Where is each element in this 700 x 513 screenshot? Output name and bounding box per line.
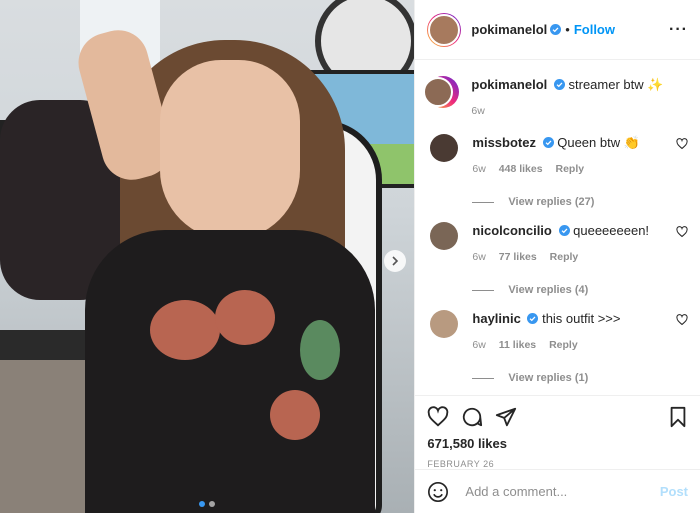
photo-audio-mixer [0, 330, 95, 360]
verified-badge-icon [550, 24, 562, 35]
chevron-right-icon [392, 256, 399, 266]
view-replies-label: View replies (27) [508, 196, 595, 208]
author-username[interactable]: pokimanelol [471, 22, 547, 37]
comment-text: this outfit >>> [542, 311, 621, 326]
view-replies-button[interactable]: View replies (4) [472, 284, 688, 296]
view-replies-label: View replies (1) [508, 372, 589, 384]
photo-flower [270, 390, 320, 440]
photo-leaf [300, 320, 340, 380]
comment-item: nicolconcilio queeeeeeen! 6w 77 likes Re… [427, 222, 688, 266]
reply-button[interactable]: Reply [555, 163, 584, 175]
caption-username[interactable]: pokimanelol [471, 77, 547, 92]
commenter-avatar[interactable] [430, 134, 459, 162]
comment-item: haylinic this outfit >>> 6w 11 likes Rep… [427, 310, 688, 354]
caption-time: 6w [471, 105, 485, 117]
comment-time: 6w [472, 163, 486, 175]
commenter-avatar[interactable] [430, 222, 459, 250]
next-image-button[interactable] [384, 250, 406, 272]
header-separator: • [565, 22, 570, 37]
post-sidebar: pokimanelol • Follow ··· pokimanelol str… [414, 0, 700, 513]
comment-text: queeeeeeen! [573, 223, 650, 238]
verified-badge-icon [542, 137, 554, 148]
carousel-dot-active [199, 501, 206, 507]
heart-icon[interactable] [427, 406, 449, 428]
commenter-avatar[interactable] [430, 310, 459, 338]
author-avatar[interactable] [427, 12, 462, 47]
carousel-dot [209, 501, 216, 507]
comment-likes[interactable]: 448 likes [499, 163, 543, 175]
verified-badge-icon [527, 313, 539, 324]
bookmark-icon[interactable] [668, 406, 688, 428]
comment-time: 6w [472, 251, 486, 263]
paper-plane-icon[interactable] [495, 406, 517, 428]
comment-likes[interactable]: 77 likes [499, 251, 537, 263]
emoji-icon[interactable] [427, 481, 449, 503]
likes-count[interactable]: 671,580 likes [427, 436, 688, 451]
post-actions: 671,580 likes FEBRUARY 26 [415, 395, 700, 469]
more-options-button[interactable]: ··· [669, 21, 688, 39]
comment-username[interactable]: nicolconcilio [472, 223, 551, 238]
comment-icon[interactable] [461, 406, 483, 428]
caption-avatar[interactable] [422, 76, 460, 108]
comment-likes[interactable]: 11 likes [499, 339, 536, 351]
comment-text: Queen btw 👏 [557, 135, 640, 150]
carousel-indicator [0, 501, 414, 507]
comment-like-icon[interactable] [676, 226, 688, 238]
add-comment-input[interactable] [463, 483, 660, 500]
post-photo[interactable] [0, 0, 415, 513]
post-header: pokimanelol • Follow ··· [415, 0, 700, 60]
comment-username[interactable]: missbotez [472, 135, 536, 150]
verified-badge-icon [558, 225, 570, 236]
photo-flower [150, 300, 220, 360]
post-date: FEBRUARY 26 [427, 459, 495, 469]
view-replies-button[interactable]: View replies (1) [472, 372, 688, 384]
view-replies-label: View replies (4) [508, 284, 589, 296]
comment-item: missbotez Queen btw 👏 6w 448 likes Reply [427, 134, 688, 178]
comment-time: 6w [472, 339, 486, 351]
verified-badge-icon [553, 79, 565, 90]
post-comment-button[interactable]: Post [660, 484, 688, 499]
reply-button[interactable]: Reply [550, 251, 579, 263]
caption-text: streamer btw ✨ [568, 77, 664, 92]
view-replies-button[interactable]: View replies (27) [472, 196, 688, 208]
photo-flower [215, 290, 275, 345]
action-icons [427, 404, 688, 430]
reply-button[interactable]: Reply [549, 339, 578, 351]
comment-like-icon[interactable] [676, 138, 688, 150]
comment-username[interactable]: haylinic [472, 311, 520, 326]
photo-face [160, 60, 300, 240]
add-comment-bar: Post [415, 469, 700, 513]
instagram-post: pokimanelol • Follow ··· pokimanelol str… [0, 0, 700, 513]
comments-list[interactable]: pokimanelol streamer btw ✨ 6w missbotez … [415, 60, 700, 395]
follow-button[interactable]: Follow [574, 22, 615, 37]
comment-like-icon[interactable] [676, 314, 688, 326]
caption: pokimanelol streamer btw ✨ 6w [422, 76, 688, 120]
